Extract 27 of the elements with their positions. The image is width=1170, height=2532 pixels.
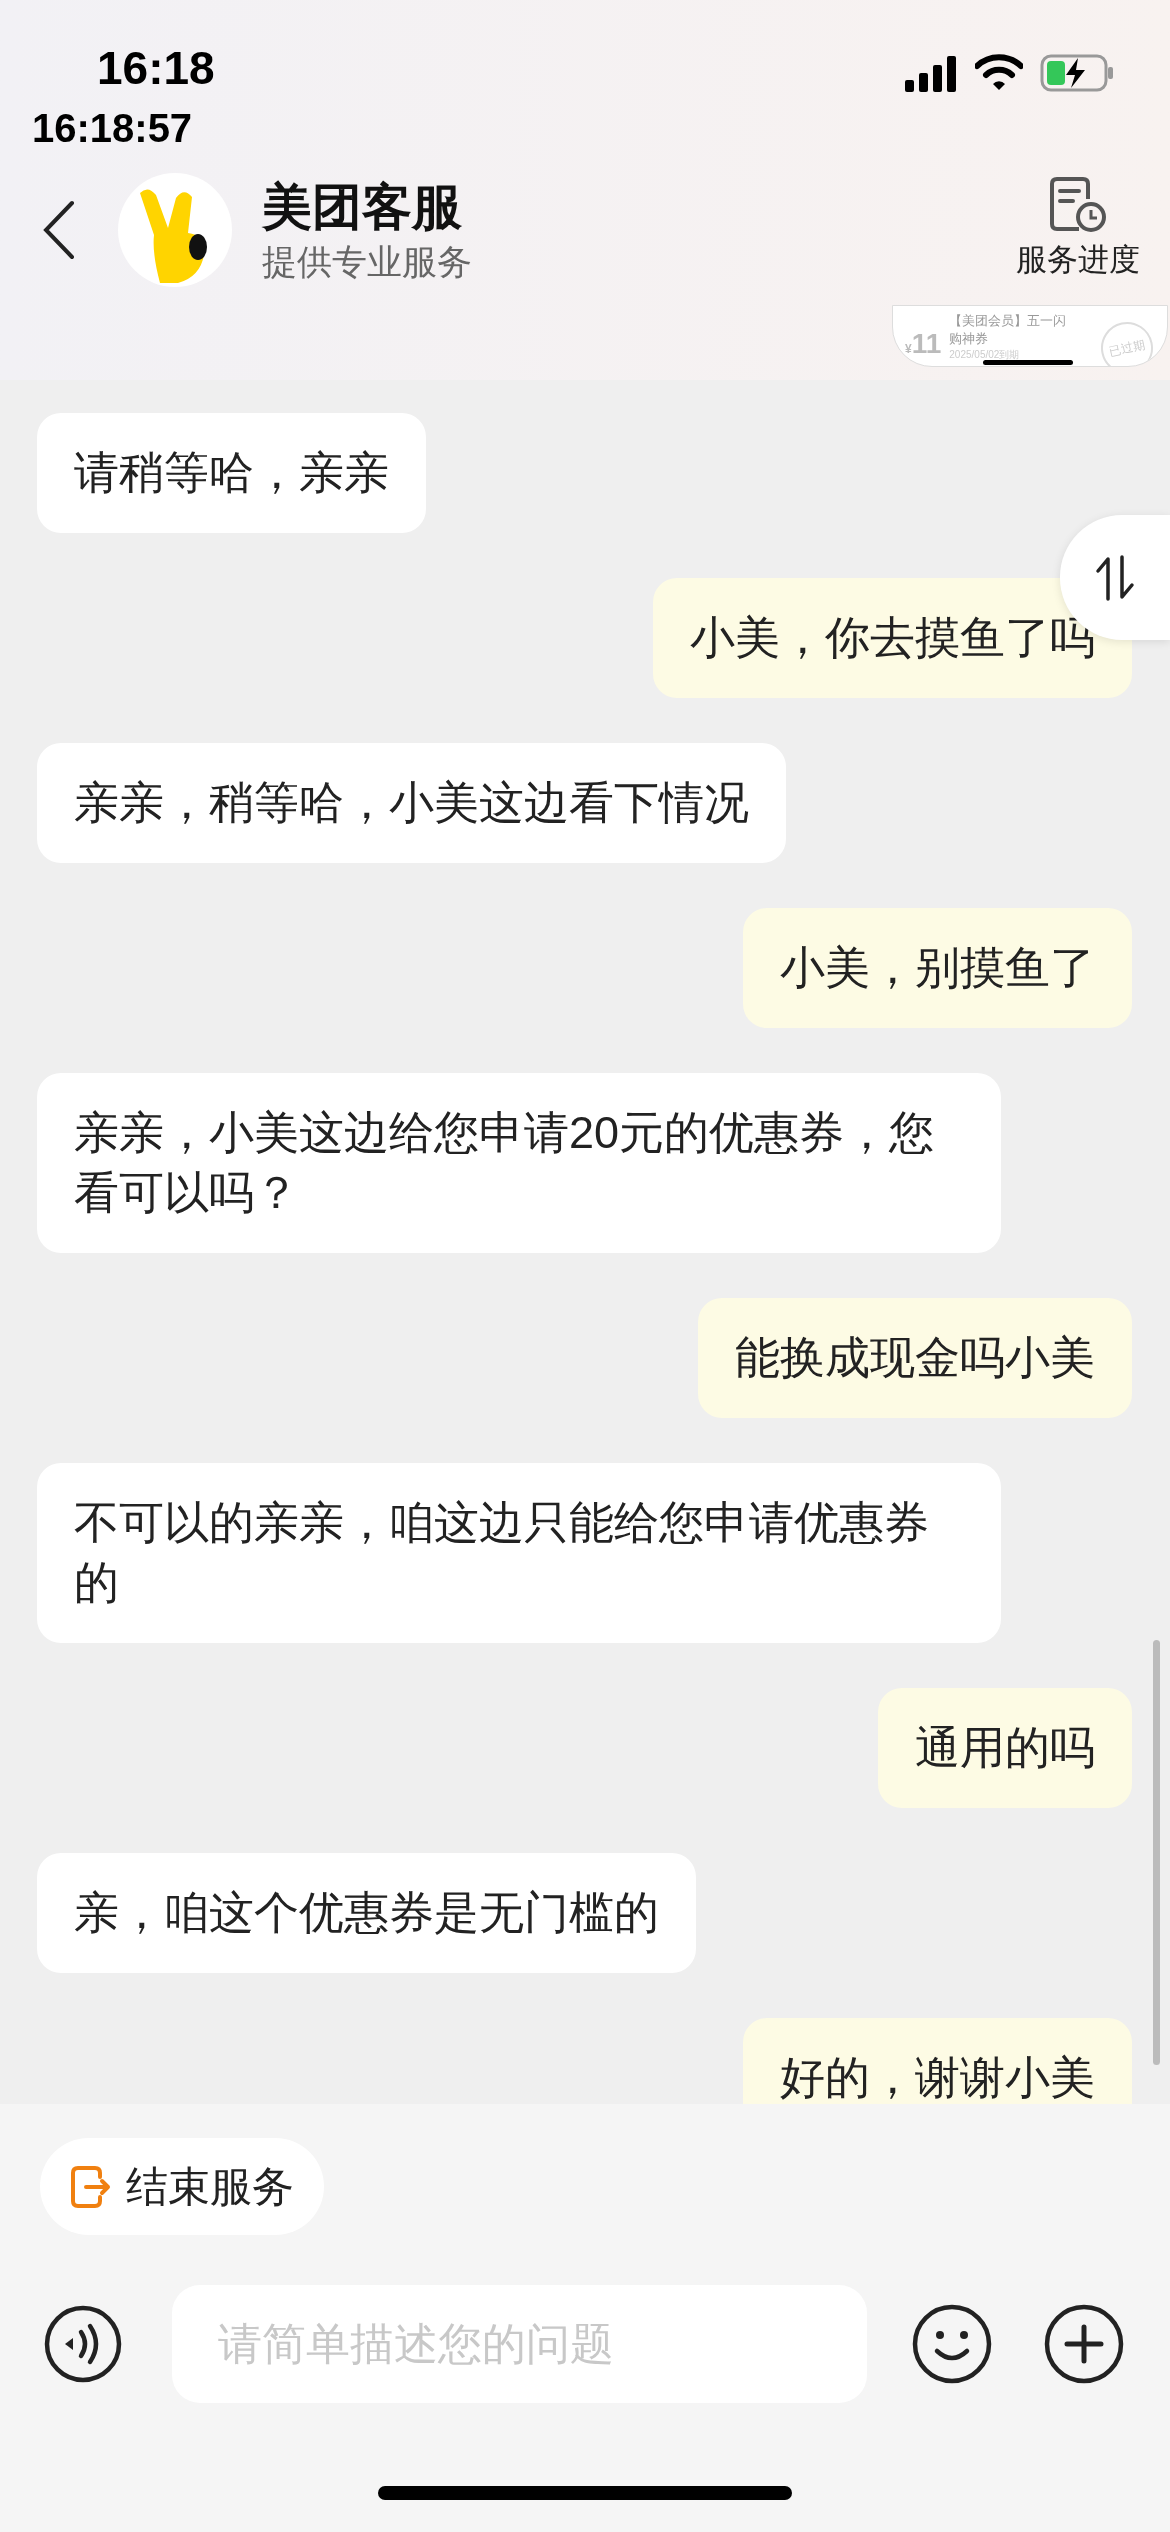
- received-message-bubble: 请稍等哈，亲亲: [37, 413, 426, 533]
- sent-message-bubble: 通用的吗: [878, 1688, 1132, 1808]
- signal-icon: [905, 56, 957, 92]
- service-progress-button[interactable]: 服务进度: [1016, 176, 1140, 284]
- received-message-bubble: 亲亲，小美这边给您申请20元的优惠券，您看可以吗？: [37, 1073, 1001, 1253]
- sent-message-bubble: 好的，谢谢小美: [743, 2018, 1132, 2104]
- chat-title: 美团客服: [262, 178, 463, 237]
- sort-icon: [1095, 554, 1135, 601]
- received-message-bubble: 亲亲，稍等哈，小美这边看下情况: [37, 743, 786, 863]
- exit-icon: [70, 2164, 112, 2209]
- sent-message-bubble: 能换成现金吗小美: [698, 1298, 1132, 1418]
- plus-icon[interactable]: [1043, 2303, 1125, 2385]
- wifi-icon: [975, 54, 1023, 92]
- chat-subtitle: 提供专业服务: [262, 241, 472, 283]
- received-message-bubble: 不可以的亲亲，咱这边只能给您申请优惠券的: [37, 1463, 1001, 1643]
- coupon-amount: ¥11: [905, 330, 942, 358]
- document-clock-icon: [1049, 176, 1107, 233]
- received-message-bubble: 亲，咱这个优惠券是无门槛的: [37, 1853, 696, 1973]
- avatar-icon: [118, 173, 232, 287]
- battery-icon: [1040, 54, 1116, 92]
- emoji-icon[interactable]: [911, 2303, 993, 2385]
- sent-message-bubble: 小美，别摸鱼了: [743, 908, 1132, 1028]
- clock-overlay: 16:18:57: [32, 108, 193, 148]
- end-service-button[interactable]: 结束服务: [40, 2138, 324, 2235]
- voice-icon[interactable]: [43, 2304, 123, 2384]
- status-time: 16:18: [97, 45, 215, 91]
- back-icon[interactable]: [42, 200, 76, 260]
